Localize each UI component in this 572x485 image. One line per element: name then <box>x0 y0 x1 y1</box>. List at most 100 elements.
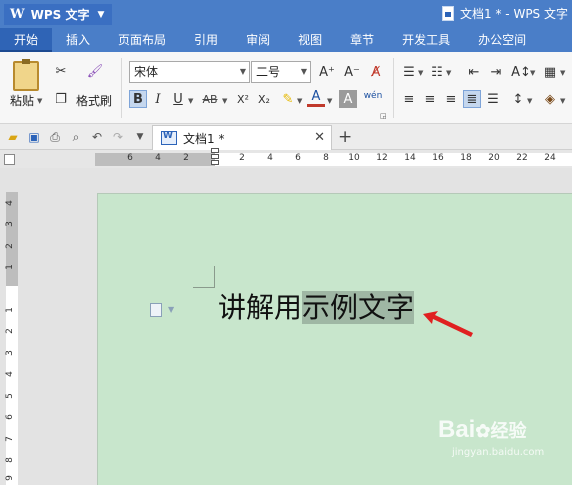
ruler-number: 4 <box>267 153 273 163</box>
distributed-align-icon[interactable]: ☰ <box>484 90 502 108</box>
horizontal-ruler[interactable]: 6 4 2 2 4 6 8 10 12 14 16 18 20 22 24 <box>95 153 572 166</box>
font-size-value: 二号 <box>256 65 281 79</box>
ribbon-tab-bar: 开始 插入 页面布局 引用 审阅 视图 章节 开发工具 办公空间 <box>0 28 572 52</box>
ruler-number: 18 <box>460 153 472 163</box>
hanging-indent-handle[interactable] <box>211 154 219 159</box>
paragraph-layout-icon[interactable] <box>150 303 162 317</box>
underline-dropdown-icon[interactable]: ▼ <box>188 97 193 105</box>
format-painter-label[interactable]: 格式刷 <box>76 92 112 109</box>
bold-button[interactable]: B <box>129 90 147 108</box>
shading-dropdown-icon[interactable]: ▼ <box>560 97 565 105</box>
ruler-number: 6 <box>4 414 15 420</box>
underline-button[interactable]: U <box>169 90 187 108</box>
chevron-down-icon: ▼ <box>239 67 246 76</box>
selected-text[interactable]: 示例文字 <box>302 291 415 324</box>
ruler-number: 2 <box>4 243 15 249</box>
align-center-icon[interactable]: ≡ <box>421 90 439 108</box>
paste-dropdown-icon[interactable]: ▼ <box>37 97 42 105</box>
align-left-icon[interactable]: ≡ <box>400 90 418 108</box>
margin-corner-mark <box>193 266 215 288</box>
table-icon[interactable]: ▦ <box>541 63 559 81</box>
strikethrough-dropdown-icon[interactable]: ▼ <box>222 97 227 105</box>
clear-format-icon[interactable]: A̸ <box>367 63 385 81</box>
paste-label: 粘贴 <box>10 94 35 108</box>
left-indent-handle[interactable] <box>211 160 219 165</box>
watermark-brand: Bai <box>438 416 476 443</box>
indent-marker[interactable] <box>211 148 219 170</box>
text-direction-icon[interactable]: A↕ <box>511 63 531 81</box>
tab-developer[interactable]: 开发工具 <box>388 28 464 52</box>
superscript-button[interactable]: X² <box>233 90 253 108</box>
redo-icon[interactable]: ↷ <box>110 129 126 145</box>
chevron-down-icon[interactable]: ▼ <box>168 305 174 314</box>
align-right-icon[interactable]: ≡ <box>442 90 460 108</box>
shading-fill-icon[interactable]: ◈ <box>541 90 559 108</box>
text-direction-dropdown-icon[interactable]: ▼ <box>530 69 535 77</box>
tab-insert[interactable]: 插入 <box>52 28 104 52</box>
char-shading-icon[interactable]: A <box>339 90 357 108</box>
font-color-icon[interactable]: A <box>307 88 325 107</box>
tab-review[interactable]: 审阅 <box>232 28 284 52</box>
subscript-button[interactable]: X₂ <box>254 90 274 108</box>
ruler-number: 24 <box>544 153 556 163</box>
ruler-number: 8 <box>4 457 15 463</box>
format-painter-icon[interactable]: 🖌 <box>86 62 104 80</box>
italic-button[interactable]: I <box>149 90 167 108</box>
ruler-number: 4 <box>155 153 161 163</box>
paste-button[interactable] <box>8 58 44 94</box>
undo-icon[interactable]: ↶ <box>89 129 105 145</box>
tab-view[interactable]: 视图 <box>284 28 336 52</box>
font-color-dropdown-icon[interactable]: ▼ <box>327 97 332 105</box>
ruler-number: 20 <box>488 153 500 163</box>
cut-icon[interactable]: ✂ <box>52 62 70 80</box>
phonetic-guide-button[interactable]: wén <box>361 87 385 105</box>
app-menu-button[interactable]: W WPS 文字 ▼ <box>4 4 112 25</box>
increase-indent-icon[interactable]: ⇥ <box>487 63 505 81</box>
new-tab-button[interactable]: + <box>338 127 352 147</box>
numbering-dropdown-icon[interactable]: ▼ <box>446 69 451 77</box>
ribbon: 粘贴 ▼ ✂ ❐ 🖌 格式刷 宋体 ▼ 二号 ▼ A⁺ A⁻ A̸ B I U … <box>0 52 572 124</box>
numbering-icon[interactable]: ☷ <box>428 63 446 81</box>
document-tab[interactable]: 文档1 * ✕ <box>152 125 332 150</box>
vertical-ruler[interactable]: 4 3 2 1 1 2 3 4 5 6 7 8 9 <box>4 192 18 485</box>
highlight-dropdown-icon[interactable]: ▼ <box>297 97 302 105</box>
decrease-indent-icon[interactable]: ⇤ <box>465 63 483 81</box>
watermark-url: jingyan.baidu.com <box>452 447 545 458</box>
table-dropdown-icon[interactable]: ▼ <box>560 69 565 77</box>
customize-toolbar-icon[interactable]: ▼ <box>132 129 148 145</box>
document-tab-title: 文档1 * <box>183 131 225 146</box>
print-icon[interactable]: ⎙ <box>47 129 63 145</box>
ruler-number: 3 <box>4 221 15 227</box>
line-spacing-icon[interactable]: ↕ <box>509 90 527 108</box>
watermark-brand-cn: 经验 <box>490 421 527 441</box>
tab-office-space[interactable]: 办公空间 <box>464 28 540 52</box>
document-icon <box>442 6 455 21</box>
justify-icon[interactable]: ≣ <box>463 90 481 108</box>
save-icon[interactable]: ▣ <box>26 129 42 145</box>
document-text[interactable]: 讲解用示例文字 <box>218 288 415 328</box>
bullets-dropdown-icon[interactable]: ▼ <box>418 69 423 77</box>
close-icon[interactable]: ✕ <box>314 130 325 145</box>
tab-page-layout[interactable]: 页面布局 <box>104 28 180 52</box>
line-spacing-dropdown-icon[interactable]: ▼ <box>527 97 532 105</box>
strikethrough-button[interactable]: AB <box>199 90 221 108</box>
highlight-icon[interactable]: ✎ <box>279 90 297 108</box>
print-preview-icon[interactable]: ⌕ <box>68 129 84 145</box>
copy-icon[interactable]: ❐ <box>52 90 70 108</box>
font-dialog-launcher-icon[interactable]: ◲ <box>380 112 387 120</box>
tab-references[interactable]: 引用 <box>180 28 232 52</box>
first-line-indent-handle[interactable] <box>211 148 219 153</box>
unselected-text[interactable]: 讲解用 <box>218 291 302 324</box>
font-size-select[interactable]: 二号 ▼ <box>251 61 311 83</box>
clipboard-icon <box>13 59 39 91</box>
quick-access-bar: ▰ ▣ ⎙ ⌕ ↶ ↷ ▼ 文档1 * ✕ + <box>0 124 572 150</box>
shrink-font-icon[interactable]: A⁻ <box>343 63 361 81</box>
tab-home[interactable]: 开始 <box>0 28 53 52</box>
ruler-number: 1 <box>4 307 15 313</box>
grow-font-icon[interactable]: A⁺ <box>318 63 336 81</box>
open-folder-icon[interactable]: ▰ <box>5 129 21 145</box>
tab-sections[interactable]: 章节 <box>336 28 388 52</box>
tab-stop-selector[interactable] <box>4 154 15 165</box>
font-name-select[interactable]: 宋体 ▼ <box>129 61 250 83</box>
bullets-icon[interactable]: ☰ <box>400 63 418 81</box>
